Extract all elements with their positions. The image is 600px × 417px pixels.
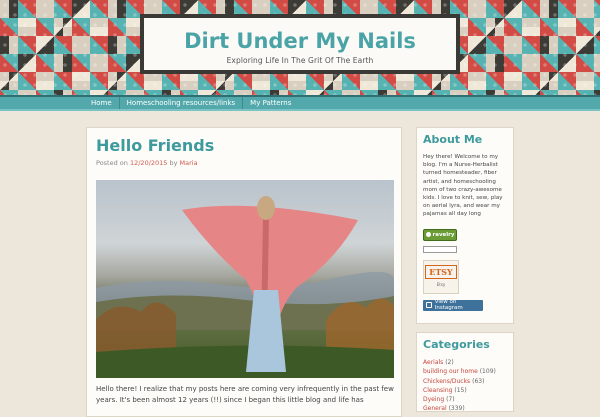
etsy-sub-label: Etsy [436,281,446,287]
categories-title: Categories [423,338,490,351]
instagram-label: View on Instagram [434,299,463,312]
list-item: building our home (109) [423,367,507,376]
categories-list: Aerials (2) building our home (109) Chic… [423,358,507,414]
about-me-text: Hey there! Welcome to my blog. I'm a Nur… [423,154,503,218]
category-link[interactable]: Aerials [423,359,443,366]
post-meta: Posted on 12/20/2015 by Maria [96,159,392,167]
category-count: (63) [472,377,485,385]
site-header: Dirt Under My Nails Exploring Life In Th… [140,14,460,74]
category-count: (15) [454,386,467,394]
category-count: (2) [445,359,454,366]
nav-item-my-patterns[interactable]: My Patterns [243,97,298,109]
main-nav: Home Homeschooling resources/links My Pa… [0,95,600,111]
category-link[interactable]: Chickens/Ducks [423,378,470,385]
post-date-link[interactable]: 12/20/2015 [130,159,167,167]
shawl-photo-illustration [96,196,394,378]
list-item: Chickens/Ducks (63) [423,377,507,386]
category-count: (339) [448,405,465,413]
category-link[interactable]: building our home [423,368,478,375]
empty-widget-box [423,245,457,253]
etsy-badge-button[interactable]: ETSY Etsy [423,259,459,294]
nav-item-home[interactable]: Home [84,97,120,109]
about-me-title: About Me [423,133,483,146]
post-excerpt: Hello there! I realize that my posts her… [96,385,394,404]
etsy-logo: ETSY [425,264,457,279]
categories-widget: Categories Aerials (2) building our home… [416,332,514,412]
ravelry-label: ravelry [432,231,455,238]
category-link[interactable]: General [423,405,447,412]
ravelry-icon [425,232,431,238]
site-title[interactable]: Dirt Under My Nails [144,29,456,53]
list-item: General (339) [423,404,507,413]
category-link[interactable]: Cleansing [423,387,452,394]
list-item: Cleansing (15) [423,386,507,395]
category-count: (109) [479,368,496,376]
instagram-button[interactable]: View on Instagram [423,299,483,312]
about-me-widget: About Me Hey there! Welcome to my blog. … [416,127,514,324]
camera-icon [426,302,432,309]
post-title[interactable]: Hello Friends [96,136,392,156]
post-featured-image[interactable] [96,180,394,378]
post-author-link[interactable]: Maria [180,159,198,167]
nav-item-homeschooling[interactable]: Homeschooling resources/links [120,97,244,109]
post-card: Hello Friends Posted on 12/20/2015 by Ma… [86,127,402,417]
ravelry-badge-button[interactable]: ravelry [423,228,457,241]
post-meta-by: by [167,159,180,167]
site-title-panel: Dirt Under My Nails Exploring Life In Th… [144,18,456,70]
list-item: Aerials (2) [423,358,507,367]
site-tagline: Exploring Life In The Grit Of The Earth [226,56,374,65]
post-meta-prefix: Posted on [96,159,130,167]
